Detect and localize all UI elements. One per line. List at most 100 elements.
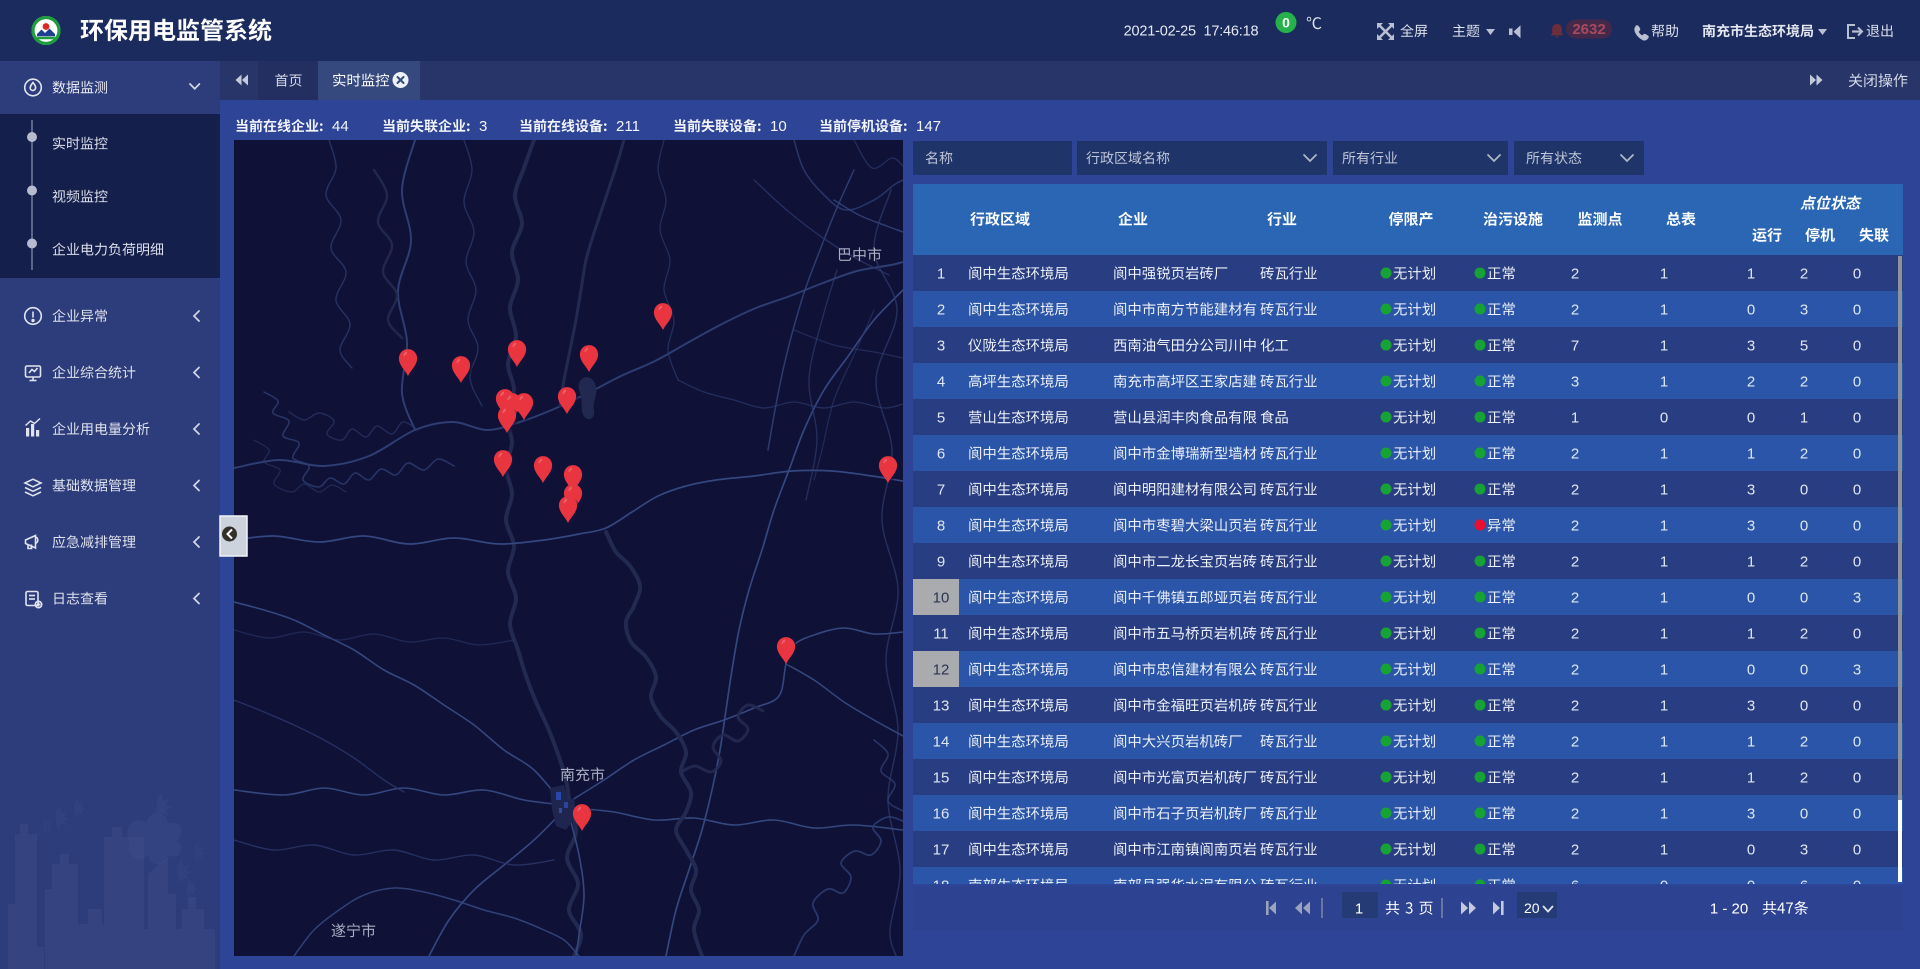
svg-text:9: 9 <box>937 554 945 571</box>
svg-text:3: 3 <box>1747 698 1755 715</box>
svg-text:0: 0 <box>1853 770 1861 787</box>
svg-text:1: 1 <box>1660 266 1668 283</box>
svg-text:3: 3 <box>1747 338 1755 355</box>
svg-text:0: 0 <box>1747 410 1755 427</box>
svg-text:0: 0 <box>1800 482 1808 499</box>
svg-text:0: 0 <box>1853 410 1861 427</box>
svg-text:3: 3 <box>1747 518 1755 535</box>
svg-text:11: 11 <box>933 626 949 643</box>
svg-text:0: 0 <box>1853 482 1861 499</box>
svg-text:2: 2 <box>1571 554 1579 571</box>
svg-text:5: 5 <box>1800 338 1808 355</box>
svg-text:2: 2 <box>1571 770 1579 787</box>
svg-text:0: 0 <box>1800 590 1808 607</box>
svg-text:13: 13 <box>933 698 950 715</box>
svg-text:4: 4 <box>937 374 945 391</box>
svg-text:3: 3 <box>1853 590 1861 607</box>
svg-text:0: 0 <box>1853 698 1861 715</box>
svg-text:0: 0 <box>1853 554 1861 571</box>
svg-text:2: 2 <box>1800 554 1808 571</box>
svg-text:0: 0 <box>1800 806 1808 823</box>
svg-text:14: 14 <box>933 734 950 751</box>
svg-text:1: 1 <box>1660 338 1668 355</box>
svg-text:0: 0 <box>1660 410 1668 427</box>
svg-text:2: 2 <box>1571 446 1579 463</box>
svg-text:1: 1 <box>1660 662 1668 679</box>
svg-text:2: 2 <box>1800 734 1808 751</box>
svg-text:1: 1 <box>1660 806 1668 823</box>
svg-text:0: 0 <box>1853 842 1861 859</box>
svg-text:2: 2 <box>1571 626 1579 643</box>
svg-text:1: 1 <box>1660 446 1668 463</box>
svg-text:3: 3 <box>479 118 487 135</box>
svg-text:8: 8 <box>937 518 945 535</box>
svg-text:3: 3 <box>1800 842 1808 859</box>
svg-text:6: 6 <box>1571 878 1579 895</box>
svg-text:12: 12 <box>933 662 950 679</box>
svg-text:1: 1 <box>1660 302 1668 319</box>
svg-text:3: 3 <box>1571 374 1579 391</box>
svg-text:0: 0 <box>1853 626 1861 643</box>
svg-text:7: 7 <box>937 482 945 499</box>
svg-text:2021-02-25 17:46:18: 2021-02-25 17:46:18 <box>1124 24 1259 40</box>
svg-text:1: 1 <box>1571 410 1579 427</box>
svg-text:0: 0 <box>1853 734 1861 751</box>
svg-text:1: 1 <box>1747 734 1755 751</box>
svg-text:0: 0 <box>1800 662 1808 679</box>
svg-text:1: 1 <box>1660 374 1668 391</box>
svg-text:2: 2 <box>1571 662 1579 679</box>
svg-text:2: 2 <box>1571 806 1579 823</box>
svg-text:6: 6 <box>1800 878 1808 895</box>
svg-text:0: 0 <box>1747 590 1755 607</box>
svg-text:1: 1 <box>1660 626 1668 643</box>
svg-text:0: 0 <box>1747 662 1755 679</box>
svg-text:1: 1 <box>1747 770 1755 787</box>
svg-text:0: 0 <box>1853 878 1861 895</box>
svg-text:15: 15 <box>933 770 950 787</box>
svg-text:1 - 20: 1 - 20 <box>1710 901 1748 918</box>
svg-text:5: 5 <box>937 410 945 427</box>
svg-text:1: 1 <box>1660 518 1668 535</box>
svg-text:1: 1 <box>1747 626 1755 643</box>
svg-text:211: 211 <box>616 118 640 135</box>
svg-text:1: 1 <box>1660 770 1668 787</box>
svg-text:0: 0 <box>1747 878 1755 895</box>
svg-text:2: 2 <box>1571 590 1579 607</box>
svg-text:1: 1 <box>1747 554 1755 571</box>
svg-text:0: 0 <box>1853 518 1861 535</box>
svg-text:2: 2 <box>1571 842 1579 859</box>
svg-text:17: 17 <box>933 842 950 859</box>
svg-text:3: 3 <box>1747 482 1755 499</box>
svg-text:10: 10 <box>933 590 950 607</box>
svg-text:3: 3 <box>937 338 945 355</box>
svg-text:2: 2 <box>1800 266 1808 283</box>
svg-text:0: 0 <box>1800 518 1808 535</box>
svg-text:2: 2 <box>937 302 945 319</box>
svg-text:20: 20 <box>1524 900 1540 916</box>
svg-text:1: 1 <box>1660 554 1668 571</box>
svg-text:2: 2 <box>1571 482 1579 499</box>
svg-text:0: 0 <box>1853 806 1861 823</box>
svg-text:1: 1 <box>1747 266 1755 283</box>
svg-text:3: 3 <box>1853 662 1861 679</box>
svg-text:2: 2 <box>1571 698 1579 715</box>
svg-text:1: 1 <box>1660 842 1668 859</box>
svg-text:0: 0 <box>1747 842 1755 859</box>
svg-text:1: 1 <box>1660 698 1668 715</box>
svg-text:1: 1 <box>1660 734 1668 751</box>
svg-text:2: 2 <box>1571 734 1579 751</box>
svg-text:0: 0 <box>1853 302 1861 319</box>
svg-text:0: 0 <box>1747 302 1755 319</box>
svg-text:2: 2 <box>1800 374 1808 391</box>
svg-text:1: 1 <box>937 266 945 283</box>
svg-text:0: 0 <box>1853 266 1861 283</box>
svg-text:2: 2 <box>1571 518 1579 535</box>
svg-text:2: 2 <box>1571 302 1579 319</box>
svg-text:2: 2 <box>1571 266 1579 283</box>
svg-text:10: 10 <box>770 118 787 135</box>
svg-text:0: 0 <box>1800 698 1808 715</box>
svg-text:44: 44 <box>332 118 349 135</box>
svg-text:16: 16 <box>933 806 950 823</box>
svg-text:18: 18 <box>933 878 950 895</box>
svg-text:1: 1 <box>1660 482 1668 499</box>
